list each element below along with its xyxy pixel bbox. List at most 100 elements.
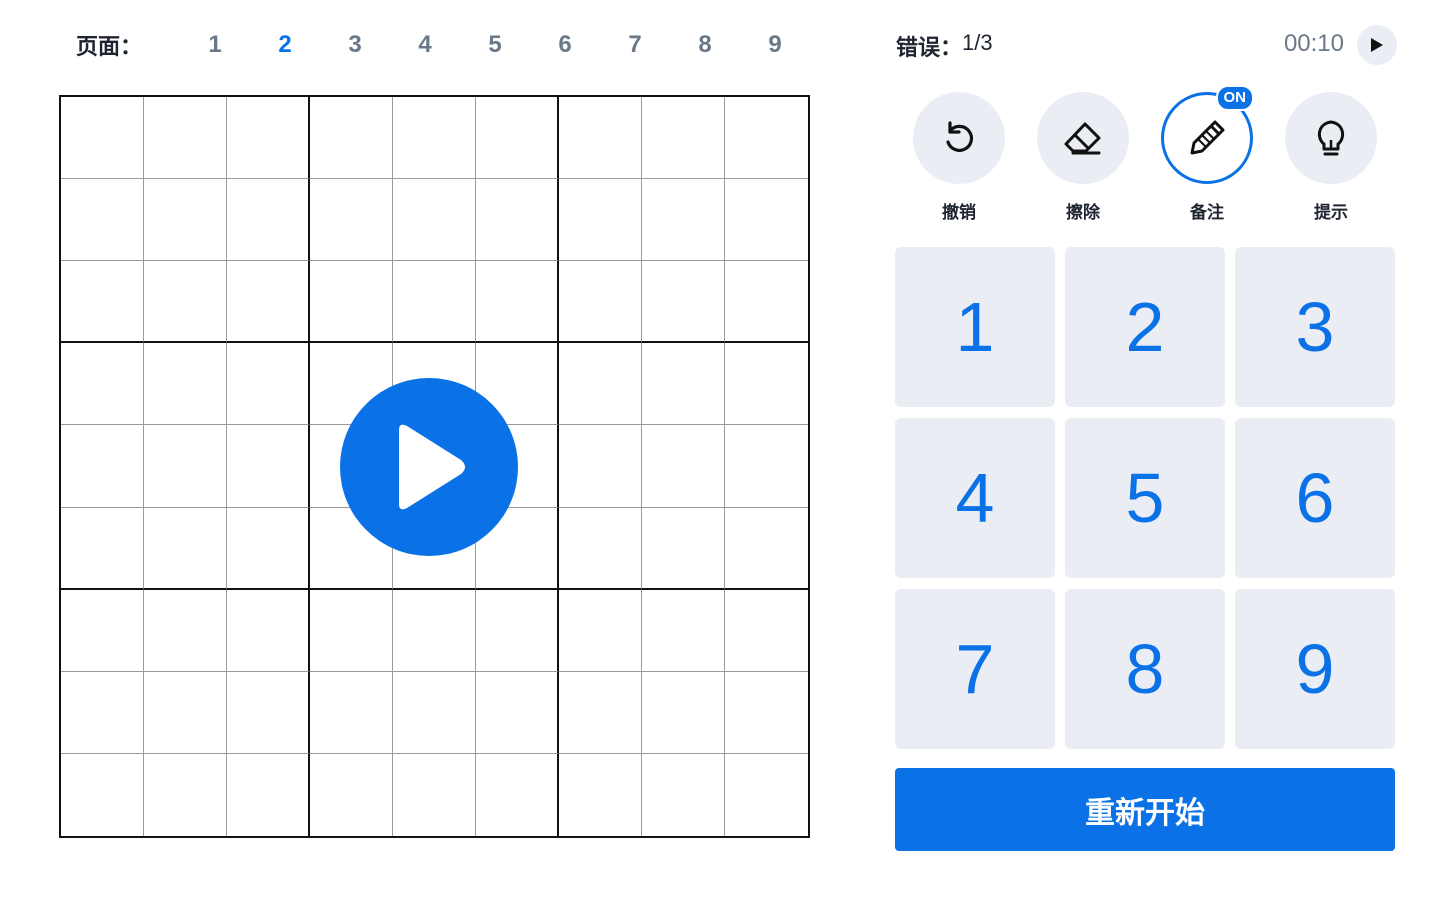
board-cell[interactable] (642, 425, 725, 508)
board-cell[interactable] (227, 589, 310, 672)
board-cell[interactable] (642, 343, 725, 426)
board-cell[interactable] (227, 261, 310, 344)
number-key-7[interactable]: 7 (895, 589, 1055, 749)
board-cell[interactable] (310, 97, 393, 180)
page-3[interactable]: 3 (320, 31, 390, 59)
number-pad: 1 2 3 4 5 6 7 8 9 (895, 247, 1395, 749)
page-9[interactable]: 9 (740, 31, 810, 59)
board-cell[interactable] (144, 343, 227, 426)
board-cell[interactable] (559, 589, 642, 672)
board-cell[interactable] (725, 672, 808, 754)
board-cell[interactable] (393, 589, 476, 672)
board-cell[interactable] (725, 590, 808, 672)
board-cell[interactable] (227, 753, 310, 836)
board-cell[interactable] (144, 671, 227, 754)
number-key-2[interactable]: 2 (1065, 247, 1225, 407)
board-cell[interactable] (559, 671, 642, 754)
board-cell[interactable] (642, 589, 725, 672)
board-cell[interactable] (476, 97, 559, 180)
board-cell[interactable] (227, 425, 310, 508)
board-cell[interactable] (393, 97, 476, 180)
erase-button[interactable] (1037, 92, 1129, 184)
number-key-8[interactable]: 8 (1065, 589, 1225, 749)
board-cell[interactable] (227, 343, 310, 426)
board-cell[interactable] (725, 508, 808, 590)
board-cell[interactable] (476, 179, 559, 262)
board-cell[interactable] (725, 754, 808, 836)
board-cell[interactable] (61, 589, 144, 672)
board-cell[interactable] (559, 753, 642, 836)
board-cell[interactable] (725, 261, 808, 344)
number-key-5[interactable]: 5 (1065, 418, 1225, 578)
number-key-1[interactable]: 1 (895, 247, 1055, 407)
board-cell[interactable] (725, 343, 808, 426)
board-cell[interactable] (559, 179, 642, 262)
undo-button[interactable] (913, 92, 1005, 184)
number-key-4[interactable]: 4 (895, 418, 1055, 578)
board-cell[interactable] (144, 589, 227, 672)
board-cell[interactable] (642, 753, 725, 836)
page-4[interactable]: 4 (390, 31, 460, 59)
board-cell[interactable] (559, 261, 642, 344)
board-cell[interactable] (61, 671, 144, 754)
board-cell[interactable] (144, 753, 227, 836)
board-cell[interactable] (642, 671, 725, 754)
board-cell[interactable] (559, 425, 642, 508)
undo-icon (946, 121, 974, 152)
board-cell[interactable] (642, 261, 725, 344)
board-cell[interactable] (61, 753, 144, 836)
page-8[interactable]: 8 (670, 31, 740, 59)
board-cell[interactable] (393, 179, 476, 262)
board-cell[interactable] (725, 179, 808, 262)
board-cell[interactable] (559, 507, 642, 590)
board-cell[interactable] (559, 97, 642, 180)
hint-button[interactable] (1285, 92, 1377, 184)
board-cell[interactable] (227, 97, 310, 180)
board-cell[interactable] (310, 179, 393, 262)
board-cell[interactable] (476, 589, 559, 672)
board-cell[interactable] (476, 671, 559, 754)
board-cell[interactable] (642, 507, 725, 590)
number-key-6[interactable]: 6 (1235, 418, 1395, 578)
resume-game-button[interactable] (340, 378, 518, 556)
board-cell[interactable] (310, 753, 393, 836)
board-cell[interactable] (393, 753, 476, 836)
board-cell[interactable] (310, 261, 393, 344)
board-cell[interactable] (476, 753, 559, 836)
board-cell[interactable] (61, 179, 144, 262)
page-5[interactable]: 5 (460, 31, 530, 59)
board-cell[interactable] (144, 261, 227, 344)
page-2[interactable]: 2 (250, 31, 320, 59)
board-cell[interactable] (310, 589, 393, 672)
board-cell[interactable] (725, 97, 808, 180)
timer-play-button[interactable] (1357, 25, 1397, 65)
board-cell[interactable] (61, 97, 144, 180)
notes-button[interactable]: ON (1161, 85, 1254, 184)
board-cell[interactable] (144, 97, 227, 180)
board-cell[interactable] (144, 179, 227, 262)
number-key-3[interactable]: 3 (1235, 247, 1395, 407)
board-cell[interactable] (642, 97, 725, 180)
board-cell[interactable] (642, 179, 725, 262)
mistakes-counter: 错误： 1/3 (896, 30, 993, 62)
board-cell[interactable] (61, 507, 144, 590)
board-cell[interactable] (476, 261, 559, 344)
board-cell[interactable] (227, 507, 310, 590)
board-cell[interactable] (144, 507, 227, 590)
page-7[interactable]: 7 (600, 31, 670, 59)
board-cell[interactable] (559, 343, 642, 426)
board-cell[interactable] (393, 671, 476, 754)
board-cell[interactable] (144, 425, 227, 508)
page-1[interactable]: 1 (180, 31, 250, 59)
number-key-9[interactable]: 9 (1235, 589, 1395, 749)
board-cell[interactable] (310, 671, 393, 754)
board-cell[interactable] (393, 261, 476, 344)
board-cell[interactable] (61, 261, 144, 344)
board-cell[interactable] (227, 179, 310, 262)
restart-button[interactable]: 重新开始 (895, 768, 1395, 851)
board-cell[interactable] (725, 425, 808, 508)
board-cell[interactable] (61, 343, 144, 426)
board-cell[interactable] (61, 425, 144, 508)
page-6[interactable]: 6 (530, 31, 600, 59)
board-cell[interactable] (227, 671, 310, 754)
